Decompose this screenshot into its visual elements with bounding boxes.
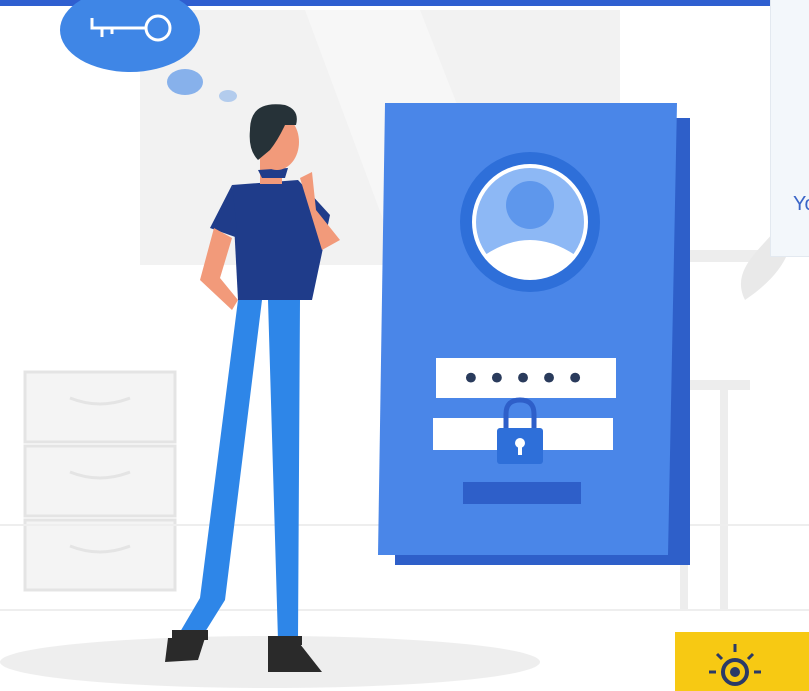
password-mask: ••••• [461, 359, 591, 399]
help-button[interactable] [675, 632, 809, 691]
login-card: ••••• [378, 103, 690, 565]
forgot-password-illustration: ••••• [0, 0, 809, 688]
side-panel-text: Yo [793, 193, 809, 215]
side-panel: Yo [770, 0, 809, 257]
user-avatar-icon [460, 152, 600, 292]
lightbulb-gear-icon [709, 644, 761, 686]
